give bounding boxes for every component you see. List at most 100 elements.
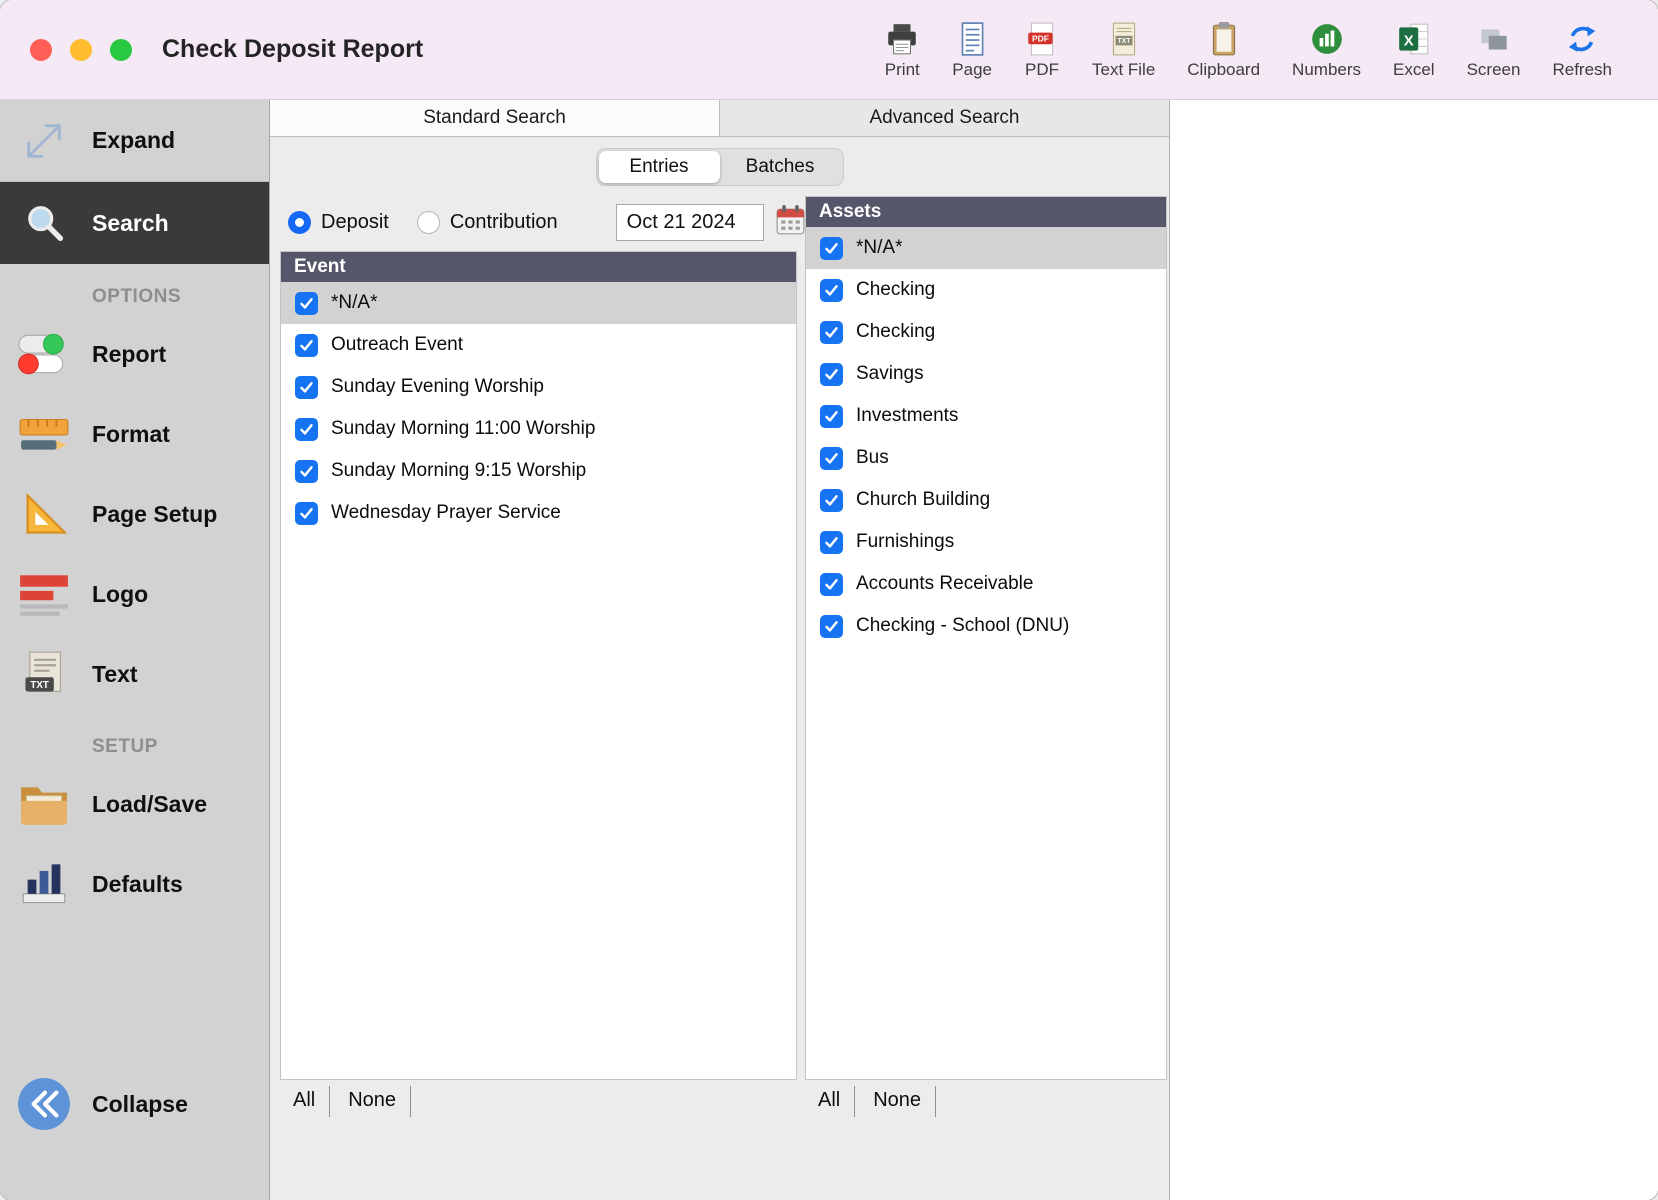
assets-item-label: Accounts Receivable xyxy=(856,573,1033,595)
checkbox-icon[interactable] xyxy=(295,460,318,483)
event-list-item[interactable]: Sunday Morning 11:00 Worship xyxy=(281,408,796,450)
expand-arrows-icon xyxy=(12,117,76,165)
event-item-label: Sunday Morning 9:15 Worship xyxy=(331,460,586,482)
toolbar-refresh[interactable]: Refresh xyxy=(1552,19,1612,80)
sidebar-item-report[interactable]: Report xyxy=(0,314,269,394)
refresh-icon xyxy=(1564,19,1600,57)
event-all-button[interactable]: All xyxy=(287,1086,330,1117)
checkbox-icon[interactable] xyxy=(295,334,318,357)
toolbar-print[interactable]: Print xyxy=(884,19,920,80)
svg-text:X: X xyxy=(1404,33,1414,49)
assets-item-label: Furnishings xyxy=(856,531,954,553)
assets-list-item[interactable]: Church Building xyxy=(806,479,1166,521)
sidebar-item-logo[interactable]: Logo xyxy=(0,554,269,634)
minimize-button[interactable] xyxy=(70,39,92,61)
assets-item-label: Bus xyxy=(856,447,889,469)
assets-list-item[interactable]: Checking xyxy=(806,311,1166,353)
sidebar-defaults-label: Defaults xyxy=(92,871,183,898)
checkbox-icon[interactable] xyxy=(820,573,843,596)
event-none-button[interactable]: None xyxy=(342,1086,411,1117)
calendar-button[interactable] xyxy=(774,204,807,240)
checkbox-icon[interactable] xyxy=(820,615,843,638)
sidebar-item-page-setup[interactable]: Page Setup xyxy=(0,474,269,554)
sidebar-item-defaults[interactable]: Defaults xyxy=(0,844,269,924)
segment-entries[interactable]: Entries xyxy=(599,151,720,183)
checkbox-icon[interactable] xyxy=(820,447,843,470)
toolbar-excel-label: Excel xyxy=(1393,60,1435,80)
sidebar-item-load-save[interactable]: Load/Save xyxy=(0,764,269,844)
deposit-radio-label: Deposit xyxy=(321,211,389,234)
sidebar-expand-label: Expand xyxy=(92,127,175,154)
sidebar-text-label: Text xyxy=(92,661,138,688)
checkbox-icon[interactable] xyxy=(820,279,843,302)
toolbar-pdf[interactable]: PDF PDF xyxy=(1024,19,1060,80)
checkbox-icon[interactable] xyxy=(295,376,318,399)
event-select-buttons: All None xyxy=(287,1085,423,1117)
date-input[interactable] xyxy=(616,204,764,241)
assets-list-item[interactable]: *N/A* xyxy=(806,227,1166,269)
printer-icon xyxy=(884,19,920,57)
event-list[interactable]: *N/A* Outreach Event xyxy=(281,282,796,1079)
sidebar-item-collapse[interactable]: Collapse xyxy=(0,1064,269,1144)
segment-batches[interactable]: Batches xyxy=(720,151,841,183)
deposit-radio[interactable] xyxy=(288,211,311,234)
toolbar-excel[interactable]: X Excel xyxy=(1393,19,1435,80)
assets-list-item[interactable]: Investments xyxy=(806,395,1166,437)
event-list-item[interactable]: Outreach Event xyxy=(281,324,796,366)
assets-list-item[interactable]: Checking - School (DNU) xyxy=(806,605,1166,647)
screen-icon xyxy=(1476,19,1512,57)
zoom-button[interactable] xyxy=(110,39,132,61)
checkbox-icon[interactable] xyxy=(820,405,843,428)
ruler-pencil-icon xyxy=(12,411,76,457)
assets-list-item[interactable]: Furnishings xyxy=(806,521,1166,563)
checkbox-icon[interactable] xyxy=(295,502,318,525)
excel-icon: X xyxy=(1396,19,1432,57)
toolbar-print-label: Print xyxy=(885,60,920,80)
toolbar-page[interactable]: Page xyxy=(952,19,992,80)
sidebar-setup-header: SETUP xyxy=(0,714,269,764)
tab-standard-search[interactable]: Standard Search xyxy=(270,100,720,136)
tab-advanced-search[interactable]: Advanced Search xyxy=(720,100,1169,136)
pdf-icon: PDF xyxy=(1024,19,1060,57)
sidebar-item-format[interactable]: Format xyxy=(0,394,269,474)
sidebar-item-expand[interactable]: Expand xyxy=(0,100,269,182)
checkbox-icon[interactable] xyxy=(820,489,843,512)
folder-icon xyxy=(12,781,76,827)
checkbox-icon[interactable] xyxy=(295,292,318,315)
sidebar-item-text[interactable]: TXT Text xyxy=(0,634,269,714)
assets-list-item[interactable]: Accounts Receivable xyxy=(806,563,1166,605)
svg-text:TXT: TXT xyxy=(30,680,49,691)
collapse-circle-icon xyxy=(12,1077,76,1131)
checkbox-icon[interactable] xyxy=(820,237,843,260)
clipboard-icon xyxy=(1206,19,1242,57)
event-list-item[interactable]: Sunday Evening Worship xyxy=(281,366,796,408)
sidebar-format-label: Format xyxy=(92,421,170,448)
assets-list-item[interactable]: Bus xyxy=(806,437,1166,479)
close-button[interactable] xyxy=(30,39,52,61)
event-list-item[interactable]: Wednesday Prayer Service xyxy=(281,492,796,534)
toolbar-text-file[interactable]: TXT Text File xyxy=(1092,19,1155,80)
text-file-icon: TXT xyxy=(1106,19,1142,57)
assets-list-item[interactable]: Checking xyxy=(806,269,1166,311)
event-panel: Event *N/A* xyxy=(280,251,797,1080)
sidebar-logo-label: Logo xyxy=(92,581,148,608)
toggles-icon xyxy=(12,331,76,377)
txt-document-icon: TXT xyxy=(12,650,76,698)
toolbar-screen[interactable]: Screen xyxy=(1467,19,1521,80)
toolbar-clipboard[interactable]: Clipboard xyxy=(1187,19,1260,80)
sidebar-item-search[interactable]: Search xyxy=(0,182,269,264)
assets-list-item[interactable]: Savings xyxy=(806,353,1166,395)
checkbox-icon[interactable] xyxy=(295,418,318,441)
assets-list[interactable]: *N/A* Checking xyxy=(806,227,1166,1079)
checkbox-icon[interactable] xyxy=(820,363,843,386)
event-list-item[interactable]: Sunday Morning 9:15 Worship xyxy=(281,450,796,492)
deposit-radio-group[interactable]: Deposit xyxy=(288,211,389,234)
toolbar-numbers[interactable]: Numbers xyxy=(1292,19,1361,80)
checkbox-icon[interactable] xyxy=(820,321,843,344)
checkbox-icon[interactable] xyxy=(820,531,843,554)
assets-all-button[interactable]: All xyxy=(812,1086,855,1117)
contribution-radio-group[interactable]: Contribution xyxy=(417,211,558,234)
assets-none-button[interactable]: None xyxy=(867,1086,936,1117)
contribution-radio[interactable] xyxy=(417,211,440,234)
event-list-item[interactable]: *N/A* xyxy=(281,282,796,324)
